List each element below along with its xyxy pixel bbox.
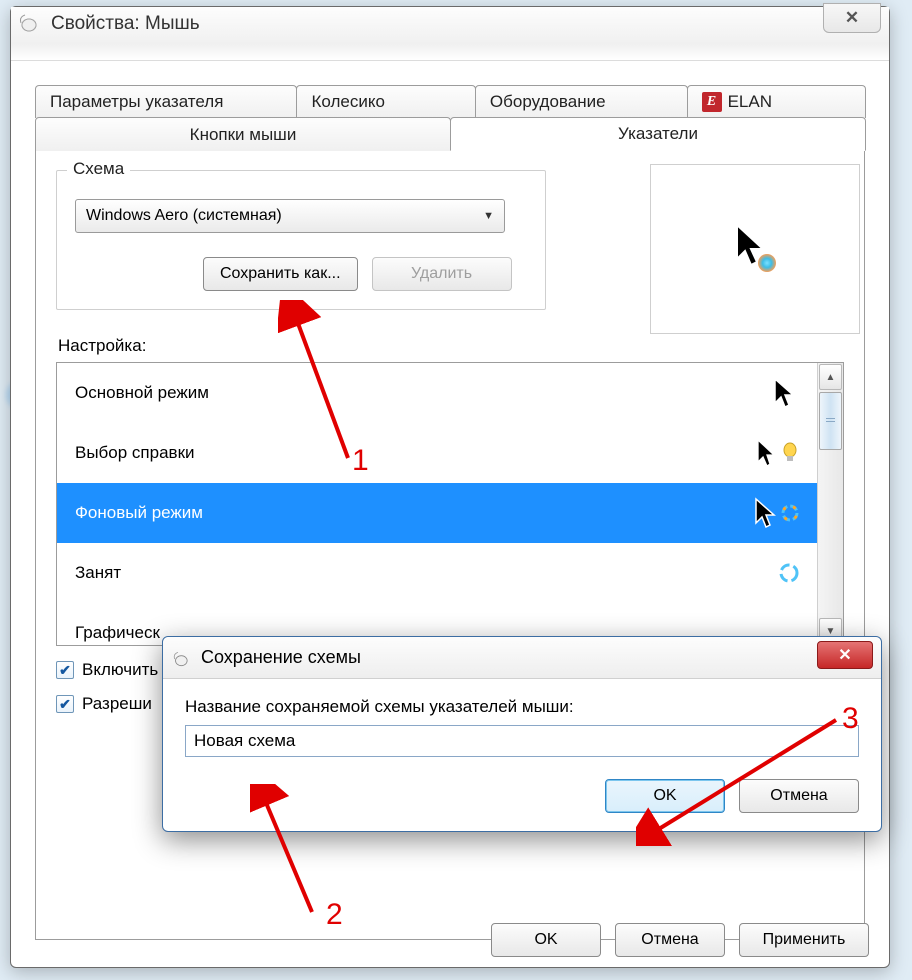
- scroll-up-icon[interactable]: ▲: [819, 364, 842, 390]
- cursor-normal-icon: [771, 377, 799, 409]
- window-title: Свойства: Мышь: [51, 11, 200, 35]
- apply-button[interactable]: Применить: [739, 923, 869, 957]
- tab-buttons[interactable]: Кнопки мыши: [35, 117, 451, 151]
- list-item[interactable]: Основной режим: [57, 363, 817, 423]
- dialog-close-button[interactable]: ✕: [817, 641, 873, 669]
- spinner-icon: [781, 504, 799, 522]
- annotation-label-3: 3: [842, 702, 859, 736]
- settings-label: Настройка:: [58, 336, 844, 356]
- list-item[interactable]: Занят: [57, 543, 817, 603]
- scroll-thumb[interactable]: [819, 392, 842, 450]
- cursor-working-icon: [753, 497, 779, 529]
- cursor-preview-icon: [725, 219, 785, 279]
- cursor-list: Основной режим Выбор справки Фоновый реж…: [56, 362, 844, 646]
- mouse-icon: [173, 650, 193, 668]
- scrollbar[interactable]: ▲ ▼: [817, 363, 843, 645]
- tab-wheel[interactable]: Колесико: [296, 85, 475, 118]
- busy-icon: [779, 563, 799, 583]
- dialog-bottom-buttons: OK Отмена Применить: [491, 923, 869, 957]
- close-button[interactable]: ✕: [823, 3, 881, 33]
- checkbox-enable[interactable]: ✔: [56, 661, 74, 679]
- chevron-down-icon: ▼: [483, 210, 494, 222]
- cursor-preview-box: [650, 164, 860, 334]
- annotation-label-1: 1: [352, 444, 369, 478]
- ok-button[interactable]: OK: [491, 923, 601, 957]
- scheme-groupbox: Схема Windows Aero (системная) ▼ Сохрани…: [56, 170, 546, 310]
- save-as-button[interactable]: Сохранить как...: [203, 257, 358, 291]
- tab-pointers[interactable]: Указатели: [450, 117, 866, 151]
- tab-pointer-options[interactable]: Параметры указателя: [35, 85, 297, 118]
- title-bar: Свойства: Мышь ✕: [11, 7, 889, 61]
- list-item[interactable]: Выбор справки: [57, 423, 817, 483]
- cursor-help-icon: [755, 438, 779, 468]
- scheme-groupbox-label: Схема: [67, 159, 130, 179]
- mouse-icon: [19, 13, 43, 33]
- list-item[interactable]: Фоновый режим: [57, 483, 817, 543]
- dialog-title-bar: Сохранение схемы ✕: [163, 637, 881, 679]
- scheme-dropdown[interactable]: Windows Aero (системная) ▼: [75, 199, 505, 233]
- checkbox-allow[interactable]: ✔: [56, 695, 74, 713]
- cancel-button[interactable]: Отмена: [615, 923, 725, 957]
- dialog-title: Сохранение схемы: [201, 647, 361, 668]
- lightbulb-icon: [781, 441, 799, 465]
- elan-logo-icon: E: [702, 92, 722, 112]
- annotation-label-2: 2: [326, 898, 343, 932]
- tab-hardware[interactable]: Оборудование: [475, 85, 688, 118]
- tab-elan[interactable]: E ELAN: [687, 85, 866, 118]
- scheme-selected-value: Windows Aero (системная): [86, 207, 282, 225]
- annotation-arrow-3: [636, 706, 856, 846]
- delete-button[interactable]: Удалить: [372, 257, 512, 291]
- annotation-arrow-2: [250, 784, 330, 924]
